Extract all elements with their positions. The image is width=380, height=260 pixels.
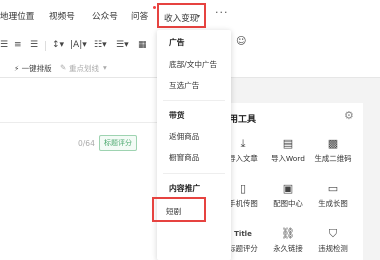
table-icon[interactable]: ▦: [138, 40, 147, 50]
tool-label: 永久链接: [273, 244, 303, 253]
menu-group-promotion: 内容推广: [169, 184, 201, 193]
emoji-icon[interactable]: ☺: [236, 36, 246, 47]
tab-channels[interactable]: 视频号: [49, 10, 75, 22]
tools-panel: 用工具 ⚙ ⤓ 导入文章 ▤ 导入Word ▩ 生成二维码 ▯ 手机传图 ▣ 配…: [213, 103, 363, 260]
menu-item-short-drama[interactable]: 短剧: [152, 197, 206, 222]
tool-label: 生成长图: [318, 199, 348, 208]
long-image-icon: ▭: [327, 182, 339, 195]
tool-import-word[interactable]: ▤ 导入Word: [266, 137, 310, 164]
key-mark-icon[interactable]: ✎: [60, 63, 66, 72]
qrcode-icon: ▩: [327, 137, 339, 150]
gear-icon[interactable]: ⚙: [344, 109, 354, 122]
align-icon[interactable]: ☰: [0, 40, 8, 50]
link-icon: ⛓: [281, 227, 295, 240]
menu-group-commerce: 带货: [169, 111, 185, 120]
top-nav-bar: 地理位置 视频号 公众号 问答 收入变现 ▾ ···: [0, 0, 380, 34]
line-height-icon[interactable]: ↕▾: [52, 40, 64, 50]
tool-violation-check[interactable]: ⛉ 违规检测: [311, 227, 355, 254]
title-char-counter: 0/64: [78, 139, 95, 148]
tab-monetization[interactable]: 收入变现 ▾: [157, 3, 206, 28]
tools-panel-title: 用工具: [229, 115, 257, 125]
tab-monetization-label: 收入变现: [164, 14, 199, 24]
tool-label: 生成二维码: [314, 154, 352, 163]
tool-label: 违规检测: [318, 244, 348, 253]
menu-item-bottom-ads[interactable]: 底部/文中广告: [169, 59, 217, 70]
tab-qa[interactable]: 问答: [131, 10, 148, 22]
toolbar-divider: [45, 41, 46, 51]
menu-item-mutual-ads[interactable]: 互选广告: [169, 80, 199, 91]
menu-group-ads: 广告: [169, 38, 185, 47]
more-icon[interactable]: ···: [215, 6, 229, 19]
menu-item-showcase-goods[interactable]: 橱窗商品: [169, 152, 199, 163]
key-mark-button[interactable]: 重点划线: [69, 63, 99, 74]
word-icon: ▤: [282, 137, 294, 150]
menu-item-short-drama-label: 短剧: [166, 207, 182, 216]
image-icon: ▣: [282, 182, 294, 195]
indent-icon[interactable]: ≡: [14, 40, 22, 50]
tab-official-account[interactable]: 公众号: [92, 10, 118, 22]
notification-dot: [153, 6, 156, 9]
paragraph-icon[interactable]: ☷▾: [94, 40, 107, 50]
tool-qrcode[interactable]: ▩ 生成二维码: [311, 137, 355, 164]
menu-divider: [163, 100, 225, 101]
menu-item-commission-goods[interactable]: 返佣商品: [169, 131, 199, 142]
tool-long-image[interactable]: ▭ 生成长图: [311, 182, 355, 209]
tool-image-center[interactable]: ▣ 配图中心: [266, 182, 310, 209]
tool-permanent-link[interactable]: ⛓ 永久链接: [266, 227, 310, 254]
list-icon[interactable]: ☰: [30, 40, 38, 50]
menu-divider: [163, 173, 225, 174]
ordered-list-icon[interactable]: ☰▾: [116, 40, 129, 50]
tab-location[interactable]: 地理位置: [0, 10, 34, 22]
shield-icon: ⛉: [328, 227, 338, 240]
tool-label: 导入Word: [271, 154, 305, 163]
tool-label: 配图中心: [273, 199, 303, 208]
title-score-chip[interactable]: 标题评分: [99, 135, 137, 151]
monetization-dropdown: 广告 底部/文中广告 互选广告 带货 返佣商品 橱窗商品 内容推广: [157, 30, 231, 260]
chevron-down-icon: ▾: [103, 63, 107, 72]
one-click-format-button[interactable]: ⚡ 一键排版: [14, 63, 52, 74]
letter-spacing-icon[interactable]: |A|▾: [70, 40, 87, 50]
chevron-down-icon: ▾: [197, 13, 201, 20]
